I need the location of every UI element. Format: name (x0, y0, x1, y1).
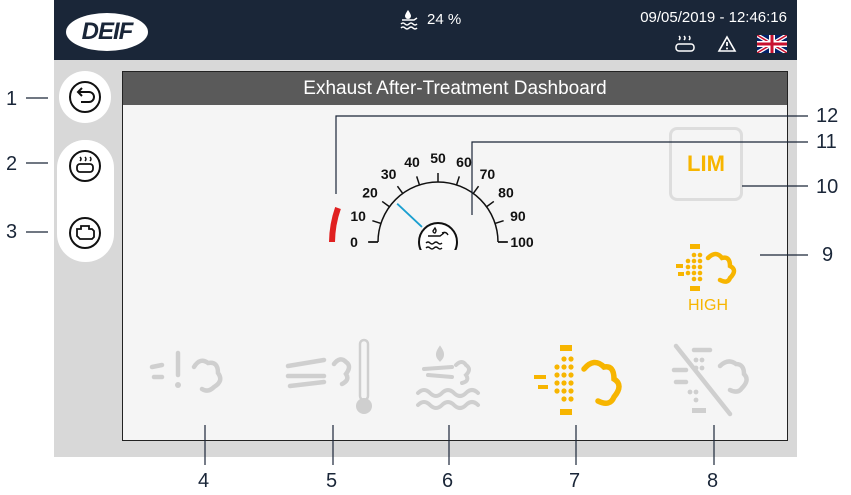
callout-8: 8 (707, 470, 719, 492)
callout-6: 6 (442, 470, 454, 492)
callout-11: 11 (816, 131, 837, 153)
callout-lines (26, 97, 808, 465)
callout-10: 10 (816, 176, 839, 198)
callout-5: 5 (326, 470, 338, 492)
callout-9: 9 (822, 244, 834, 266)
callout-2: 2 (6, 153, 18, 175)
callout-3: 3 (6, 221, 18, 243)
callout-4: 4 (198, 470, 210, 492)
callout-7: 7 (569, 470, 581, 492)
callout-1: 1 (6, 88, 18, 110)
callout-12: 12 (816, 105, 839, 127)
